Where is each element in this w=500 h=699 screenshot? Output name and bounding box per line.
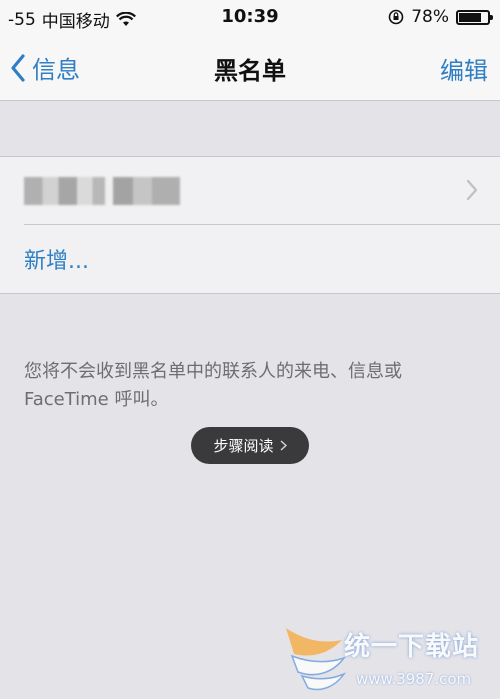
- rotation-lock-icon: [388, 9, 404, 25]
- battery-level: [459, 12, 481, 22]
- edit-button[interactable]: 编辑: [440, 51, 488, 86]
- watermark-brand: 统一下载站: [344, 632, 480, 662]
- battery-percent: 78%: [411, 7, 449, 27]
- add-new-row[interactable]: 新增...: [0, 225, 500, 292]
- chevron-right-icon: [280, 440, 287, 451]
- wing-logo-icon: [286, 628, 347, 691]
- step-read-label: 步骤阅读: [213, 437, 274, 455]
- blocked-list: 新增...: [0, 156, 500, 294]
- battery-icon: [456, 9, 493, 25]
- chevron-right-icon: [466, 179, 478, 201]
- step-read-button[interactable]: 步骤阅读: [191, 427, 309, 464]
- blacklist-footnote: 您将不会收到黑名单中的联系人的来电、信息或 FaceTime 呼叫。: [24, 361, 402, 410]
- navigation-bar: 信息 黑名单 编辑: [0, 34, 500, 101]
- watermark-url: www.3987.com: [356, 670, 472, 688]
- watermark: 统一下载站 www.3987.com: [282, 618, 494, 698]
- page-title: 黑名单: [214, 57, 286, 85]
- add-new-label[interactable]: 新增...: [24, 243, 89, 275]
- status-right: 78%: [388, 7, 493, 27]
- pixelated-contact-name: [24, 177, 180, 205]
- blocked-contact-row[interactable]: [0, 157, 500, 225]
- status-bar: -55 中国移动 10:39 78%: [0, 0, 500, 34]
